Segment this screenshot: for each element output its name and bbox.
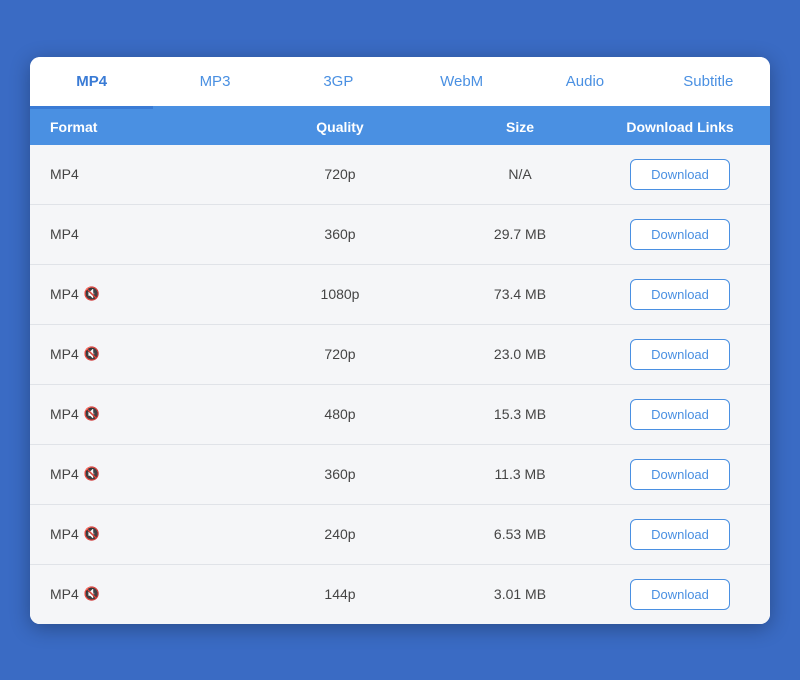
download-cell: Download	[610, 339, 750, 370]
download-button[interactable]: Download	[630, 159, 730, 190]
header-col-2: Size	[430, 119, 610, 135]
header-col-1: Quality	[250, 119, 430, 135]
size-cell: 6.53 MB	[430, 526, 610, 542]
quality-cell: 144p	[250, 586, 430, 602]
tab-bar: MP4MP33GPWebMAudioSubtitle	[30, 57, 770, 109]
download-cell: Download	[610, 279, 750, 310]
format-label: MP4🔇	[50, 466, 250, 482]
download-button[interactable]: Download	[630, 399, 730, 430]
table-row: MP4🔇144p3.01 MB Download	[30, 565, 770, 624]
size-cell: 3.01 MB	[430, 586, 610, 602]
download-button[interactable]: Download	[630, 339, 730, 370]
quality-cell: 720p	[250, 346, 430, 362]
mute-icon: 🔇	[84, 406, 100, 422]
download-button[interactable]: Download	[630, 579, 730, 610]
download-button[interactable]: Download	[630, 459, 730, 490]
download-button[interactable]: Download	[630, 279, 730, 310]
table-row: MP4🔇480p15.3 MB Download	[30, 385, 770, 445]
size-cell: 15.3 MB	[430, 406, 610, 422]
size-cell: 11.3 MB	[430, 466, 610, 482]
size-cell: N/A	[430, 166, 610, 182]
quality-cell: 360p	[250, 226, 430, 242]
download-cell: Download	[610, 399, 750, 430]
format-label: MP4🔇	[50, 526, 250, 542]
download-cell: Download	[610, 159, 750, 190]
mute-icon: 🔇	[84, 286, 100, 302]
mute-icon: 🔇	[84, 346, 100, 362]
format-cell: MP4🔇	[50, 406, 250, 422]
format-label: MP4🔇	[50, 286, 250, 302]
tab-mp4[interactable]: MP4	[30, 57, 153, 109]
quality-cell: 1080p	[250, 286, 430, 302]
quality-cell: 240p	[250, 526, 430, 542]
table-row: MP4🔇1080p73.4 MB Download	[30, 265, 770, 325]
table-body: MP4720pN/ADownloadMP4360p29.7 MBDownload…	[30, 145, 770, 624]
header-col-3: Download Links	[610, 119, 750, 135]
mute-icon: 🔇	[84, 586, 100, 602]
download-button[interactable]: Download	[630, 519, 730, 550]
size-cell: 23.0 MB	[430, 346, 610, 362]
table-row: MP4720pN/A Download	[30, 145, 770, 205]
tab-subtitle[interactable]: Subtitle	[647, 57, 770, 106]
download-cell: Download	[610, 579, 750, 610]
quality-cell: 720p	[250, 166, 430, 182]
format-cell: MP4🔇	[50, 466, 250, 482]
format-label: MP4	[50, 166, 250, 182]
table-row: MP4🔇720p23.0 MB Download	[30, 325, 770, 385]
size-cell: 73.4 MB	[430, 286, 610, 302]
download-cell: Download	[610, 519, 750, 550]
format-label: MP4🔇	[50, 406, 250, 422]
tab-3gp[interactable]: 3GP	[277, 57, 400, 106]
download-cell: Download	[610, 459, 750, 490]
format-cell: MP4🔇	[50, 346, 250, 362]
mute-icon: 🔇	[84, 466, 100, 482]
table-row: MP4360p29.7 MB Download	[30, 205, 770, 265]
download-button[interactable]: Download	[630, 219, 730, 250]
format-label: MP4🔇	[50, 586, 250, 602]
format-cell: MP4	[50, 166, 250, 182]
download-cell: Download	[610, 219, 750, 250]
quality-cell: 480p	[250, 406, 430, 422]
tab-webm[interactable]: WebM	[400, 57, 523, 106]
format-cell: MP4🔇	[50, 286, 250, 302]
size-cell: 29.7 MB	[430, 226, 610, 242]
format-cell: MP4🔇	[50, 586, 250, 602]
tab-audio[interactable]: Audio	[523, 57, 646, 106]
main-container: MP4MP33GPWebMAudioSubtitle FormatQuality…	[30, 57, 770, 624]
mute-icon: 🔇	[84, 526, 100, 542]
format-label: MP4🔇	[50, 346, 250, 362]
format-cell: MP4🔇	[50, 526, 250, 542]
table-row: MP4🔇240p6.53 MB Download	[30, 505, 770, 565]
table-header: FormatQualitySizeDownload Links	[30, 109, 770, 145]
quality-cell: 360p	[250, 466, 430, 482]
format-cell: MP4	[50, 226, 250, 242]
format-label: MP4	[50, 226, 250, 242]
header-col-0: Format	[50, 119, 250, 135]
tab-mp3[interactable]: MP3	[153, 57, 276, 106]
table-row: MP4🔇360p11.3 MB Download	[30, 445, 770, 505]
